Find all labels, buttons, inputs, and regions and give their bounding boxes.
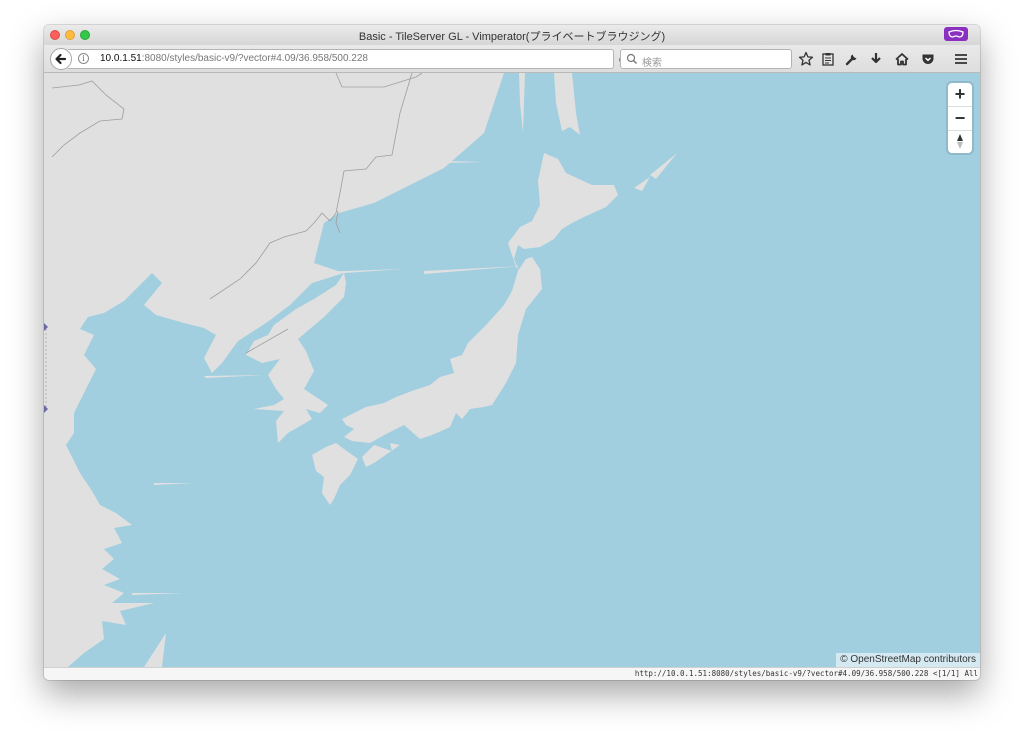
home-icon[interactable]	[893, 50, 911, 68]
pocket-icon[interactable]	[919, 50, 937, 68]
wrench-icon[interactable]	[843, 50, 861, 68]
honshu-land	[342, 257, 542, 443]
zoom-out-button[interactable]: −	[948, 107, 972, 131]
map-attribution[interactable]: © OpenStreetMap contributors	[836, 653, 980, 667]
download-icon[interactable]	[867, 50, 885, 68]
window-title: Basic - TileServer GL - Vimperator(プライベー…	[358, 31, 666, 43]
sakhalin-land	[554, 73, 580, 135]
title-bar: Basic - TileServer GL - Vimperator(プライベー…	[44, 25, 980, 45]
search-placeholder: 検索	[642, 58, 662, 69]
compass-icon[interactable]	[948, 130, 972, 153]
status-text: http://10.0.1.51:8080/styles/basic-v9/?v…	[634, 669, 978, 678]
island-land	[144, 633, 166, 667]
map-tiles	[44, 73, 677, 667]
url-text[interactable]: 10.0.1.51:8080/styles/basic-v9/?vector#4…	[100, 53, 368, 64]
search-icon	[626, 53, 637, 64]
sakhalin-strait-sliver	[519, 73, 525, 133]
coastal-sliver-land	[132, 593, 184, 595]
coastal-sliver-land	[444, 161, 484, 163]
info-icon[interactable]: i	[78, 53, 89, 64]
private-mask-icon	[944, 27, 968, 41]
bookmark-star-icon[interactable]	[797, 50, 815, 68]
hokkaido-land	[508, 153, 618, 279]
search-input[interactable]: 検索	[620, 49, 792, 69]
menu-icon[interactable]	[952, 50, 970, 68]
reading-list-icon[interactable]	[819, 50, 837, 68]
kuril-island-land	[634, 177, 650, 191]
browser-window: Basic - TileServer GL - Vimperator(プライベー…	[44, 25, 980, 680]
url-host: 10.0.1.51	[100, 53, 142, 64]
coastal-sliver-land	[154, 483, 194, 485]
url-path: :8080/styles/basic-v9/?vector#4.09/36.95…	[141, 53, 368, 64]
map-canvas[interactable]: + − © OpenStreetMap contributors	[44, 73, 980, 667]
coastal-sliver-land	[424, 266, 522, 274]
coastal-sliver-land	[204, 375, 264, 378]
address-bar[interactable]: i 10.0.1.51:8080/styles/basic-v9/?vector…	[68, 49, 629, 69]
shikoku-land	[362, 443, 400, 467]
navigation-toolbar: i 10.0.1.51:8080/styles/basic-v9/?vector…	[44, 45, 980, 73]
kuril-island-land	[650, 153, 677, 179]
back-button[interactable]	[50, 48, 72, 70]
map-navigation-control: + −	[948, 83, 972, 153]
kyushu-land	[312, 443, 358, 505]
status-bar: http://10.0.1.51:8080/styles/basic-v9/?v…	[44, 667, 980, 680]
back-arrow-icon	[55, 53, 67, 65]
zoom-in-button[interactable]: +	[948, 83, 972, 107]
